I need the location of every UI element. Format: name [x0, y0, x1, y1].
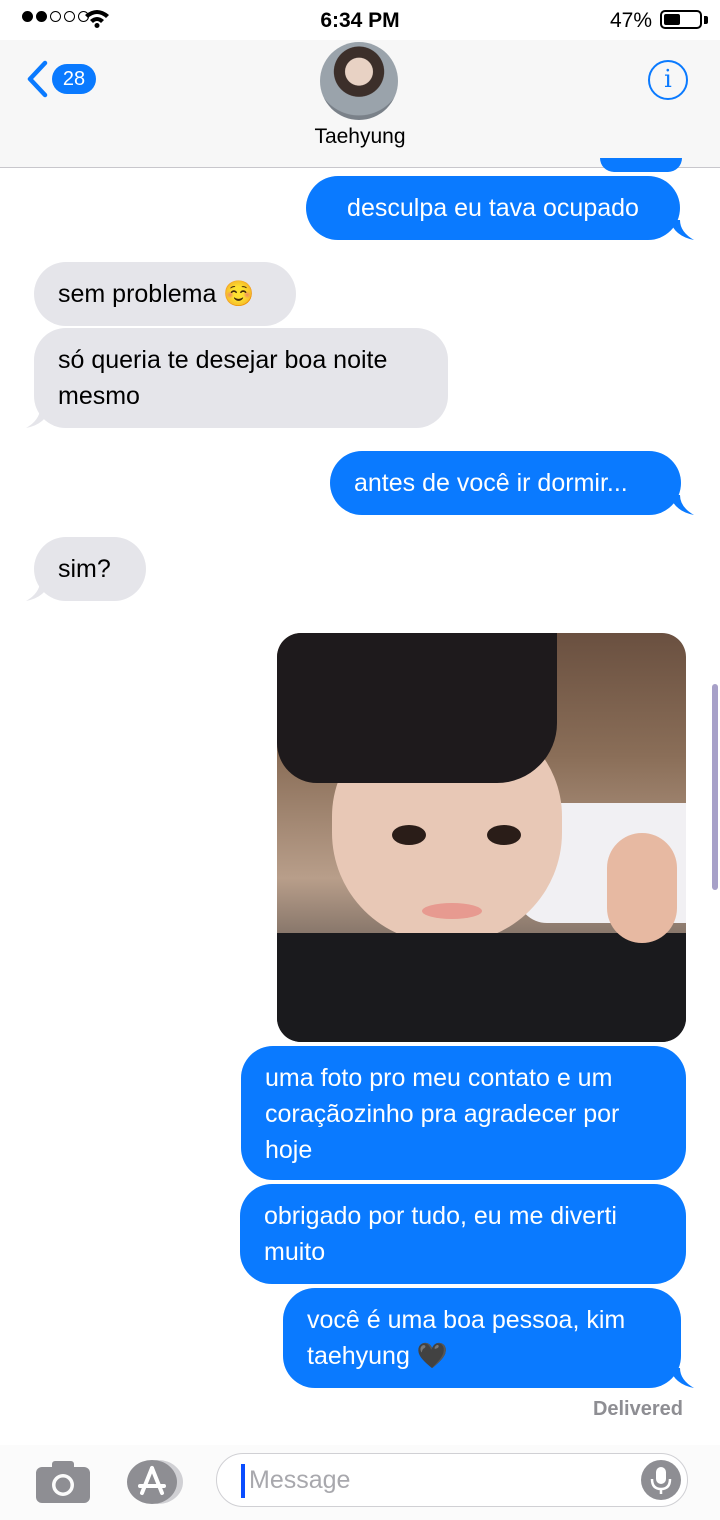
message-bubble-incoming[interactable]: só queria te desejar boa noite mesmo — [34, 328, 448, 428]
scrollbar[interactable] — [712, 684, 718, 890]
chevron-left-icon — [27, 60, 48, 98]
message-text: sim? — [58, 555, 111, 583]
message-text: sem problema ☺️ — [58, 280, 255, 308]
status-bar: 6:34 PM 47% — [0, 0, 720, 40]
unread-count-badge: 28 — [52, 64, 96, 94]
camera-icon[interactable] — [36, 1459, 90, 1503]
message-bubble-outgoing[interactable]: obrigado por tudo, eu me diverti muito — [240, 1184, 686, 1284]
microphone-button[interactable] — [641, 1460, 681, 1500]
bubble-tail — [670, 495, 694, 515]
previous-message-edge — [600, 158, 682, 172]
message-text: você é uma boa pessoa, kim taehyung 🖤 — [307, 1306, 626, 1370]
message-bubble-incoming[interactable]: sem problema ☺️ — [34, 262, 296, 326]
photo-hair — [277, 633, 557, 783]
photo-shirt — [277, 933, 686, 1042]
message-text: só queria te desejar boa noite mesmo — [58, 346, 388, 410]
compose-bar: Message — [0, 1445, 720, 1520]
message-bubble-outgoing[interactable]: uma foto pro meu contato e um coraçãozin… — [241, 1046, 686, 1180]
photo-hand — [607, 833, 677, 943]
microphone-icon — [650, 1467, 672, 1494]
message-text: antes de você ir dormir... — [354, 469, 628, 497]
message-placeholder: Message — [249, 1466, 351, 1494]
photo-eye — [392, 825, 426, 845]
photo-eye — [487, 825, 521, 845]
contact-avatar[interactable] — [320, 42, 398, 120]
message-input[interactable]: Message — [216, 1453, 688, 1507]
message-text: obrigado por tudo, eu me diverti muito — [264, 1202, 617, 1266]
message-text: desculpa eu tava ocupado — [347, 194, 639, 222]
conversation-header: 28 Taehyung i — [0, 40, 720, 168]
message-bubble-outgoing[interactable]: você é uma boa pessoa, kim taehyung 🖤 — [283, 1288, 681, 1388]
delivery-status: Delivered — [592, 1398, 683, 1420]
app-store-icon[interactable] — [124, 1459, 184, 1505]
bubble-tail — [26, 581, 50, 601]
info-button[interactable]: i — [648, 60, 688, 100]
message-text: uma foto pro meu contato e um coraçãozin… — [265, 1064, 620, 1164]
battery-percentage: 47% — [609, 9, 652, 32]
message-bubble-outgoing[interactable]: desculpa eu tava ocupado — [306, 176, 680, 240]
bubble-tail — [670, 220, 694, 240]
bubble-tail — [26, 408, 50, 428]
contact-name[interactable]: Taehyung — [0, 125, 720, 149]
photo-attachment[interactable] — [277, 633, 686, 1042]
message-bubble-incoming[interactable]: sim? — [34, 537, 146, 601]
message-bubble-outgoing[interactable]: antes de você ir dormir... — [330, 451, 681, 515]
bubble-tail — [670, 1368, 694, 1388]
text-caret — [241, 1464, 245, 1498]
photo-lips — [422, 903, 482, 919]
battery-icon — [660, 10, 702, 29]
battery-nub — [704, 16, 708, 24]
back-button[interactable]: 28 — [26, 60, 96, 98]
